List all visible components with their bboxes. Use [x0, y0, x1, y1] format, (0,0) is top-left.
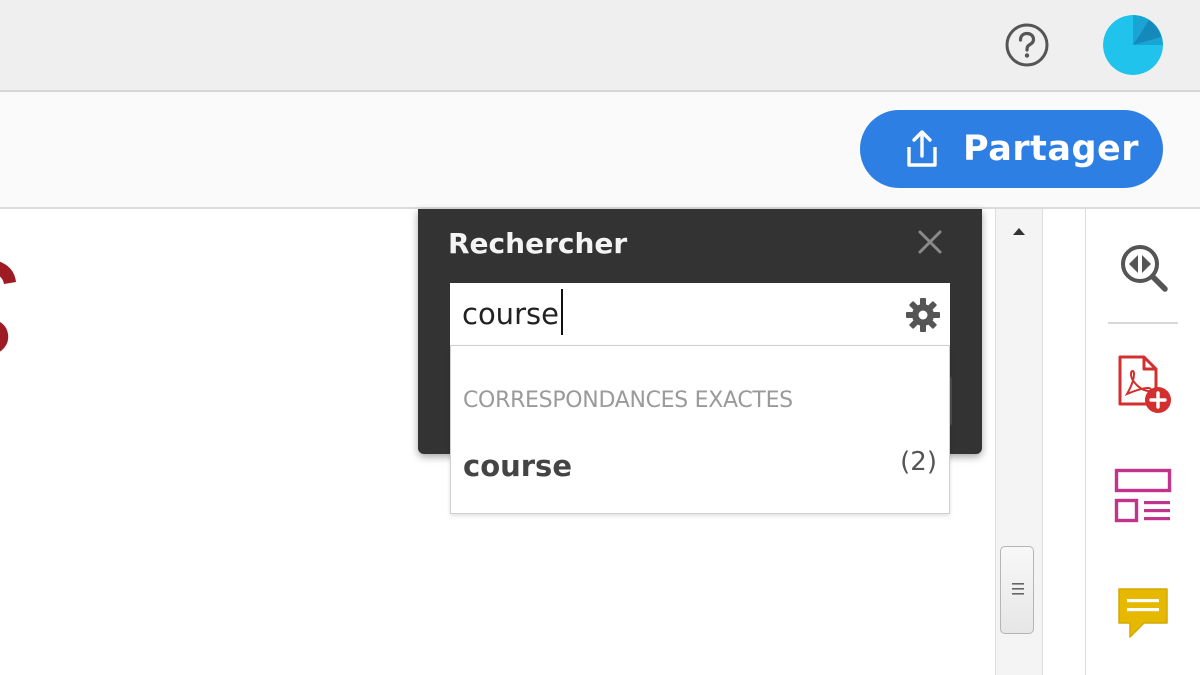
- zoom-compare-icon: [1121, 245, 1168, 292]
- organize-pages-tool[interactable]: [1114, 468, 1174, 528]
- document-letter-fragment: [0, 261, 16, 352]
- share-button[interactable]: Partager: [860, 110, 1163, 188]
- search-settings-button[interactable]: [905, 297, 941, 333]
- scrollbar-thumb[interactable]: [1000, 546, 1034, 634]
- search-input[interactable]: [450, 283, 890, 345]
- rail-divider: [1108, 322, 1178, 324]
- share-upload-icon: [907, 130, 937, 167]
- grip-lines-icon: [1012, 583, 1024, 595]
- top-header-bar: [0, 0, 1200, 92]
- organize-pages-icon: [1114, 468, 1172, 523]
- comment-icon: [1118, 588, 1168, 638]
- zoom-compare-tool[interactable]: [1116, 240, 1172, 296]
- search-result-term: course: [463, 449, 572, 483]
- share-button-label: Partager: [963, 129, 1139, 169]
- search-result-item[interactable]: course (2): [451, 442, 949, 492]
- search-panel-title: Rechercher: [448, 227, 628, 260]
- text-caret: [561, 289, 563, 335]
- comment-tool[interactable]: [1116, 585, 1172, 641]
- create-pdf-icon: [1118, 355, 1171, 413]
- search-field-container: [450, 283, 950, 345]
- avatar-icon: [1103, 15, 1163, 75]
- close-icon: [918, 230, 942, 254]
- search-close-button[interactable]: [916, 228, 944, 256]
- help-circle-icon: [1005, 23, 1049, 67]
- scroll-up-arrow-icon[interactable]: [1007, 220, 1031, 242]
- user-avatar[interactable]: [1103, 15, 1163, 75]
- help-button[interactable]: [1004, 22, 1050, 68]
- exact-matches-header: CORRESPONDANCES EXACTES: [463, 388, 793, 413]
- document-toolbar: Partager: [0, 92, 1200, 209]
- search-result-count: (2): [900, 447, 937, 477]
- gear-icon: [906, 298, 940, 332]
- create-pdf-tool[interactable]: [1114, 354, 1176, 416]
